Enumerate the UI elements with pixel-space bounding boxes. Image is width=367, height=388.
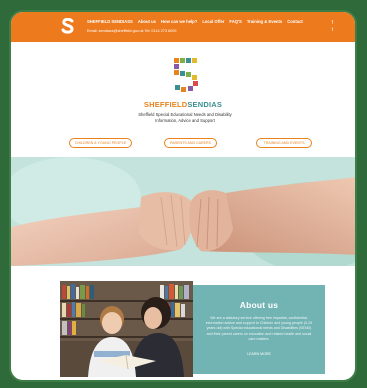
about-us-card: About us We are a statutory service offe… bbox=[193, 285, 325, 374]
browser-frame: SHEFFIELD SENDIASS About us How can we h… bbox=[9, 10, 357, 382]
hero-banner-image bbox=[11, 157, 355, 266]
about-photo bbox=[60, 281, 193, 377]
nav-item-help[interactable]: How can we help? bbox=[161, 19, 197, 24]
nav-item-about[interactable]: About us bbox=[138, 19, 156, 24]
training-events-button[interactable]: TRAINING AND EVENTS bbox=[256, 138, 312, 148]
children-young-people-button[interactable]: CHILDREN & YOUNG PEOPLE bbox=[69, 138, 132, 148]
nav-item-training[interactable]: Training & Events bbox=[247, 19, 282, 24]
site-title-part1: SHEFFIELD bbox=[143, 100, 188, 109]
nav-item-contact[interactable]: Contact bbox=[287, 19, 303, 24]
nav-item-faqs[interactable]: FAQ'S bbox=[229, 19, 241, 24]
parents-carers-button[interactable]: PARENTS AND CARERS bbox=[164, 138, 217, 148]
main-nav: SHEFFIELD SENDIASS About us How can we h… bbox=[87, 19, 303, 24]
twitter-icon[interactable]: t bbox=[332, 27, 333, 34]
fist-bump-photo bbox=[11, 157, 355, 266]
contact-line: Email: sendiass@sheffield.gov.uk Tel: 01… bbox=[87, 29, 177, 33]
social-links: f t bbox=[332, 20, 333, 34]
about-us-heading: About us bbox=[239, 300, 279, 310]
reading-together-photo bbox=[60, 281, 193, 377]
top-navigation-bar: SHEFFIELD SENDIASS About us How can we h… bbox=[11, 12, 355, 42]
facebook-icon[interactable]: f bbox=[332, 20, 333, 27]
site-title: SHEFFIELDSENDIAS bbox=[11, 100, 355, 109]
nav-brand[interactable]: SHEFFIELD SENDIASS bbox=[87, 19, 133, 24]
about-us-text: We are a statutory service offering free… bbox=[205, 316, 313, 341]
sendiass-logo-icon[interactable] bbox=[61, 18, 75, 34]
tagline: Sheffield Special Educational Needs and … bbox=[138, 112, 232, 123]
site-title-part2: SENDIAS bbox=[187, 100, 223, 109]
sendias-logo bbox=[174, 58, 198, 92]
learn-more-link[interactable]: LEARN MORE bbox=[247, 352, 271, 356]
nav-item-local-offer[interactable]: Local Offer bbox=[202, 19, 224, 24]
